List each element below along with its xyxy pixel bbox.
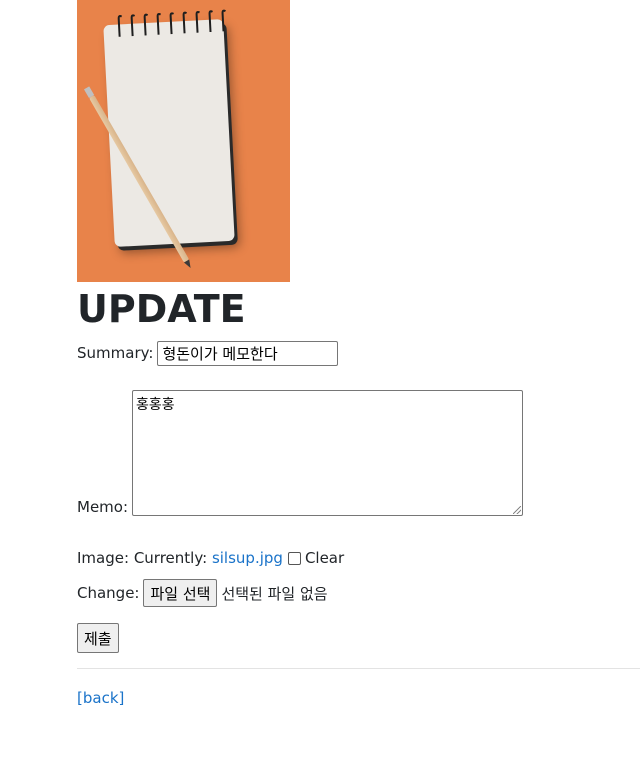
file-status-text: 선택된 파일 없음 xyxy=(221,584,328,603)
submit-button[interactable]: 제출 xyxy=(77,623,119,653)
change-label: Change: xyxy=(77,584,140,602)
page-container: UPDATE Summary: 형돈이가 메모한다 Memo: 홍홍홍 Imag… xyxy=(77,0,640,707)
clear-label[interactable]: Clear xyxy=(305,549,344,567)
currently-label: Currently: xyxy=(133,549,208,567)
change-row: Change: 파일 선택 선택된 파일 없음 xyxy=(77,578,328,608)
clear-checkbox[interactable] xyxy=(287,551,301,565)
current-file-link[interactable]: silsup.jpg xyxy=(212,549,283,567)
back-row: [back] xyxy=(77,689,124,707)
memo-row: Memo: 홍홍홍 xyxy=(77,389,524,516)
summary-row: Summary: 형돈이가 메모한다 xyxy=(77,338,339,368)
memo-label: Memo: xyxy=(77,498,129,516)
resize-handle-icon[interactable] xyxy=(513,506,522,514)
page-title: UPDATE xyxy=(77,287,246,331)
notepad-illustration xyxy=(103,19,235,247)
summary-label: Summary: xyxy=(77,344,154,362)
back-link[interactable]: [back] xyxy=(77,689,124,707)
image-row: Image: Currently: silsup.jpg Clear xyxy=(77,548,344,568)
file-select-button[interactable]: 파일 선택 xyxy=(143,579,218,607)
divider xyxy=(77,668,640,669)
submit-row: 제출 xyxy=(77,623,119,653)
memo-text: 홍홍홍 xyxy=(136,397,175,413)
memo-image xyxy=(77,0,290,282)
summary-input[interactable]: 형돈이가 메모한다 xyxy=(157,340,339,366)
image-label: Image: xyxy=(77,549,130,567)
memo-textarea[interactable]: 홍홍홍 xyxy=(132,390,524,516)
